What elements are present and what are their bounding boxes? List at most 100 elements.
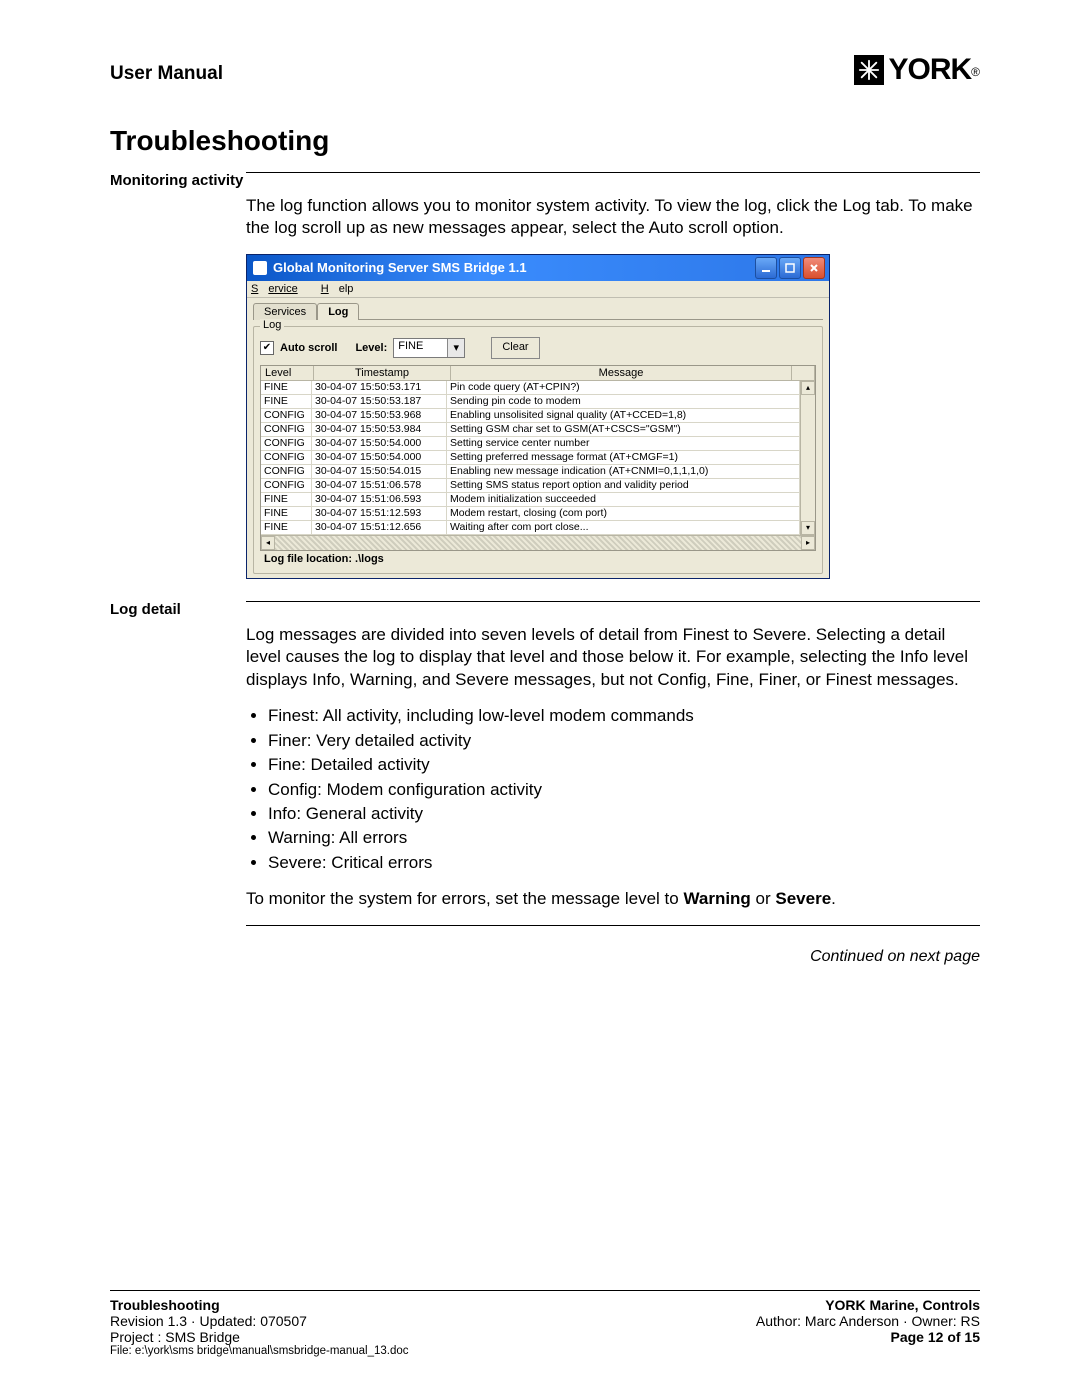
section-rule [246, 172, 980, 173]
cell-level: CONFIG [261, 479, 312, 492]
maximize-button[interactable] [779, 257, 801, 279]
table-row[interactable]: CONFIG30-04-07 15:50:53.968Enabling unso… [261, 409, 800, 423]
cell-timestamp: 30-04-07 15:50:54.015 [312, 465, 447, 478]
brand-text: YORK [888, 55, 971, 85]
autoscroll-checkbox[interactable]: ✔ [260, 341, 274, 355]
cell-level: CONFIG [261, 451, 312, 464]
log-table: Level Timestamp Message FINE30-04-07 15:… [260, 365, 816, 551]
cell-level: CONFIG [261, 465, 312, 478]
section-rule [246, 925, 980, 926]
cell-timestamp: 30-04-07 15:51:12.593 [312, 507, 447, 520]
cell-timestamp: 30-04-07 15:50:53.984 [312, 423, 447, 436]
col-header-timestamp[interactable]: Timestamp [314, 366, 451, 380]
scroll-right-icon[interactable]: ▸ [801, 536, 815, 550]
cell-timestamp: 30-04-07 15:51:12.656 [312, 521, 447, 534]
list-item: Finest: All activity, including low-leve… [268, 705, 980, 727]
footer-project: Project : SMS Bridge [110, 1329, 240, 1345]
level-value: FINE [394, 339, 447, 357]
table-row[interactable]: CONFIG30-04-07 15:50:54.000Setting prefe… [261, 451, 800, 465]
tab-log[interactable]: Log [317, 303, 359, 320]
cell-message: Waiting after com port close... [447, 521, 800, 534]
titlebar: Global Monitoring Server SMS Bridge 1.1 [247, 255, 829, 281]
table-row[interactable]: FINE30-04-07 15:51:06.593Modem initializ… [261, 493, 800, 507]
app-window: Global Monitoring Server SMS Bridge 1.1 … [246, 254, 830, 579]
clear-button[interactable]: Clear [491, 337, 539, 359]
table-row[interactable]: CONFIG30-04-07 15:50:53.984Setting GSM c… [261, 423, 800, 437]
brand-logo: YORK® [854, 55, 980, 85]
vertical-scrollbar[interactable]: ▴ ▾ [800, 381, 815, 535]
cell-level: FINE [261, 395, 312, 408]
window-title: Global Monitoring Server SMS Bridge 1.1 [273, 260, 755, 275]
section-rule [246, 601, 980, 602]
cell-timestamp: 30-04-07 15:50:53.171 [312, 381, 447, 394]
page-footer: Troubleshooting YORK Marine, Controls Re… [110, 1290, 980, 1357]
menu-service[interactable]: Service [251, 283, 308, 295]
cell-message: Pin code query (AT+CPIN?) [447, 381, 800, 394]
continued-note: Continued on next page [246, 948, 980, 966]
table-row[interactable]: FINE30-04-07 15:51:12.656Waiting after c… [261, 521, 800, 535]
table-row[interactable]: FINE30-04-07 15:51:12.593Modem restart, … [261, 507, 800, 521]
col-header-level[interactable]: Level [261, 366, 314, 380]
cell-message: Modem initialization succeeded [447, 493, 800, 506]
close-button[interactable] [803, 257, 825, 279]
cell-level: FINE [261, 521, 312, 534]
footer-page: Page 12 of 15 [891, 1329, 981, 1345]
chevron-down-icon[interactable]: ▾ [447, 339, 464, 357]
cell-message: Setting service center number [447, 437, 800, 450]
cell-message: Setting preferred message format (AT+CMG… [447, 451, 800, 464]
section-label-monitoring: Monitoring activity [110, 172, 246, 191]
log-file-location: Log file location: .\logs [260, 551, 816, 567]
table-row[interactable]: CONFIG30-04-07 15:50:54.015Enabling new … [261, 465, 800, 479]
footer-author: Author: Marc Anderson · Owner: RS [756, 1313, 980, 1329]
cell-timestamp: 30-04-07 15:50:54.000 [312, 451, 447, 464]
page-title: Troubleshooting [110, 125, 980, 157]
cell-level: FINE [261, 381, 312, 394]
list-item: Warning: All errors [268, 827, 980, 849]
cell-level: FINE [261, 507, 312, 520]
footer-revision: Revision 1.3 · Updated: 070507 [110, 1313, 307, 1329]
level-select[interactable]: FINE ▾ [393, 338, 465, 358]
footer-company: YORK Marine, Controls [825, 1297, 980, 1313]
cell-message: Sending pin code to modem [447, 395, 800, 408]
cell-level: FINE [261, 493, 312, 506]
table-row[interactable]: FINE30-04-07 15:50:53.187Sending pin cod… [261, 395, 800, 409]
cell-message: Setting SMS status report option and val… [447, 479, 800, 492]
list-item: Config: Modem configuration activity [268, 779, 980, 801]
col-header-message[interactable]: Message [451, 366, 792, 380]
cell-level: CONFIG [261, 437, 312, 450]
cell-level: CONFIG [261, 409, 312, 422]
menubar: Service Help [247, 281, 829, 298]
scroll-up-icon[interactable]: ▴ [801, 381, 815, 395]
levels-list: Finest: All activity, including low-leve… [246, 705, 980, 874]
menu-help[interactable]: Help [321, 283, 354, 295]
table-row[interactable]: CONFIG30-04-07 15:50:54.000Setting servi… [261, 437, 800, 451]
cell-timestamp: 30-04-07 15:50:54.000 [312, 437, 447, 450]
log-detail-p1: Log messages are divided into seven leve… [246, 624, 980, 691]
cell-level: CONFIG [261, 423, 312, 436]
table-row[interactable]: CONFIG30-04-07 15:51:06.578Setting SMS s… [261, 479, 800, 493]
scroll-down-icon[interactable]: ▾ [801, 521, 815, 535]
minimize-button[interactable] [755, 257, 777, 279]
log-detail-p2: To monitor the system for errors, set th… [246, 888, 980, 910]
scroll-left-icon[interactable]: ◂ [261, 536, 275, 550]
snowflake-icon [854, 55, 884, 85]
footer-file: File: e:\york\sms bridge\manual\smsbridg… [110, 1345, 409, 1357]
group-label: Log [260, 319, 284, 331]
list-item: Severe: Critical errors [268, 852, 980, 874]
cell-timestamp: 30-04-07 15:50:53.968 [312, 409, 447, 422]
monitoring-text: The log function allows you to monitor s… [246, 195, 980, 240]
cell-message: Enabling new message indication (AT+CNMI… [447, 465, 800, 478]
autoscroll-label: Auto scroll [280, 342, 337, 354]
section-label-log-detail: Log detail [110, 601, 246, 620]
list-item: Info: General activity [268, 803, 980, 825]
registered-mark: ® [971, 65, 980, 79]
cell-timestamp: 30-04-07 15:51:06.593 [312, 493, 447, 506]
cell-message: Setting GSM char set to GSM(AT+CSCS="GSM… [447, 423, 800, 436]
cell-timestamp: 30-04-07 15:50:53.187 [312, 395, 447, 408]
cell-message: Enabling unsolisited signal quality (AT+… [447, 409, 800, 422]
tab-services[interactable]: Services [253, 303, 317, 320]
list-item: Finer: Very detailed activity [268, 730, 980, 752]
level-label: Level: [355, 342, 387, 354]
horizontal-scrollbar[interactable]: ◂ ▸ [261, 535, 815, 550]
table-row[interactable]: FINE30-04-07 15:50:53.171Pin code query … [261, 381, 800, 395]
